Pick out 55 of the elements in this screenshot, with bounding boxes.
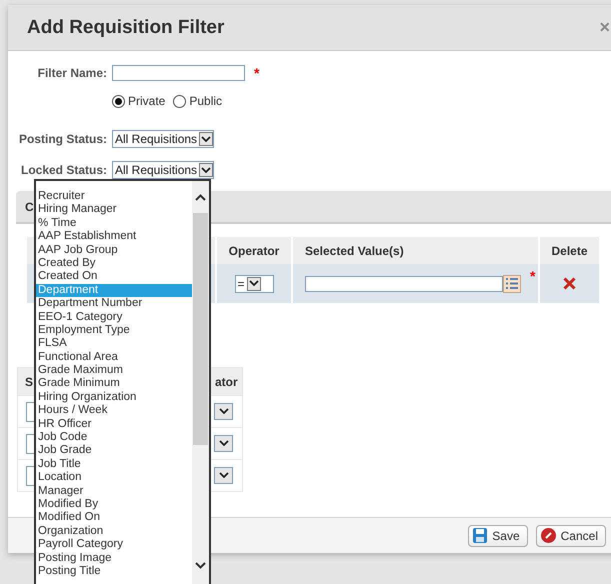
dropdown-option[interactable]: FLSA — [36, 337, 192, 351]
dialog-title: Add Requisition Filter — [27, 16, 224, 38]
dropdown-option[interactable]: Created On — [36, 270, 192, 284]
dropdown-option[interactable]: Created By — [36, 256, 192, 270]
dropdown-option[interactable]: HR Officer — [36, 418, 192, 432]
save-button[interactable]: Save — [468, 524, 528, 546]
dropdown-option[interactable]: Posting Image — [36, 552, 192, 565]
dropdown-option[interactable]: Hiring Manager — [36, 203, 192, 217]
filter-name-field[interactable] — [112, 65, 245, 81]
list-picker-icon[interactable] — [503, 274, 521, 292]
dropdown-option[interactable]: EEO-1 Category — [36, 310, 192, 324]
field-label: Posting Status: — [18, 132, 107, 146]
scrollbar[interactable] — [192, 181, 209, 584]
cancel-icon — [540, 528, 556, 543]
dropdown-option[interactable]: Hours / Week — [36, 404, 192, 418]
dropdown-option[interactable]: AAP Establishment — [36, 230, 192, 244]
value-field[interactable] — [305, 276, 503, 292]
dropdown-option[interactable]: Location — [36, 471, 192, 485]
field-label: Filter Name: — [36, 66, 107, 80]
dropdown-option[interactable]: Recruiter — [36, 190, 192, 204]
dropdown-option[interactable]: AAP Job Group — [36, 244, 192, 257]
dropdown-option[interactable]: Job Title — [36, 458, 192, 472]
required-mark: * — [530, 268, 536, 284]
dropdown-option[interactable]: Grade Maximum — [36, 364, 192, 378]
radio-button[interactable] — [112, 94, 125, 108]
required-mark: * — [254, 65, 260, 81]
dropdown-option[interactable]: Job Grade — [36, 444, 192, 458]
posting-status-select[interactable]: All Requisitions — [112, 130, 214, 148]
scroll-up-icon[interactable] — [195, 194, 206, 201]
dropdown-option[interactable]: % Time — [36, 216, 192, 230]
dropdown-option[interactable]: Functional Area — [36, 350, 192, 364]
dropdown-option[interactable]: Organization — [36, 524, 192, 538]
radio-label: Public — [189, 94, 222, 108]
dropdown-option[interactable]: Manager — [36, 484, 192, 498]
column-header: S — [25, 374, 34, 388]
dropdown-option[interactable]: Modified By — [36, 498, 192, 512]
radio-button[interactable] — [173, 94, 186, 108]
dropdown-option[interactable]: Job Code — [36, 431, 192, 444]
dropdown-option[interactable]: Department Number — [36, 297, 192, 311]
column-header: ator — [215, 374, 238, 388]
delete-icon[interactable] — [563, 277, 576, 290]
dropdown-option[interactable]: Payroll Category — [36, 538, 192, 552]
dropdown-option[interactable]: Employment Type — [36, 324, 192, 338]
dropdown-option[interactable]: Grade Minimum — [36, 377, 192, 391]
field-label: Locked Status: — [20, 163, 107, 177]
section-title: C — [25, 200, 34, 214]
operator-select[interactable]: = — [234, 274, 274, 292]
scroll-thumb[interactable] — [193, 213, 208, 445]
dropdown-option[interactable]: Posting Title — [36, 564, 192, 578]
locked-status-select[interactable]: All Requisitions — [112, 161, 214, 179]
cancel-button[interactable]: Cancel — [536, 524, 606, 546]
scroll-down-icon[interactable] — [195, 562, 206, 569]
radio-label: Private — [128, 94, 166, 108]
dropdown-option[interactable]: Hiring Organization — [36, 390, 192, 404]
dropdown-option[interactable]: Modified On — [36, 511, 192, 525]
